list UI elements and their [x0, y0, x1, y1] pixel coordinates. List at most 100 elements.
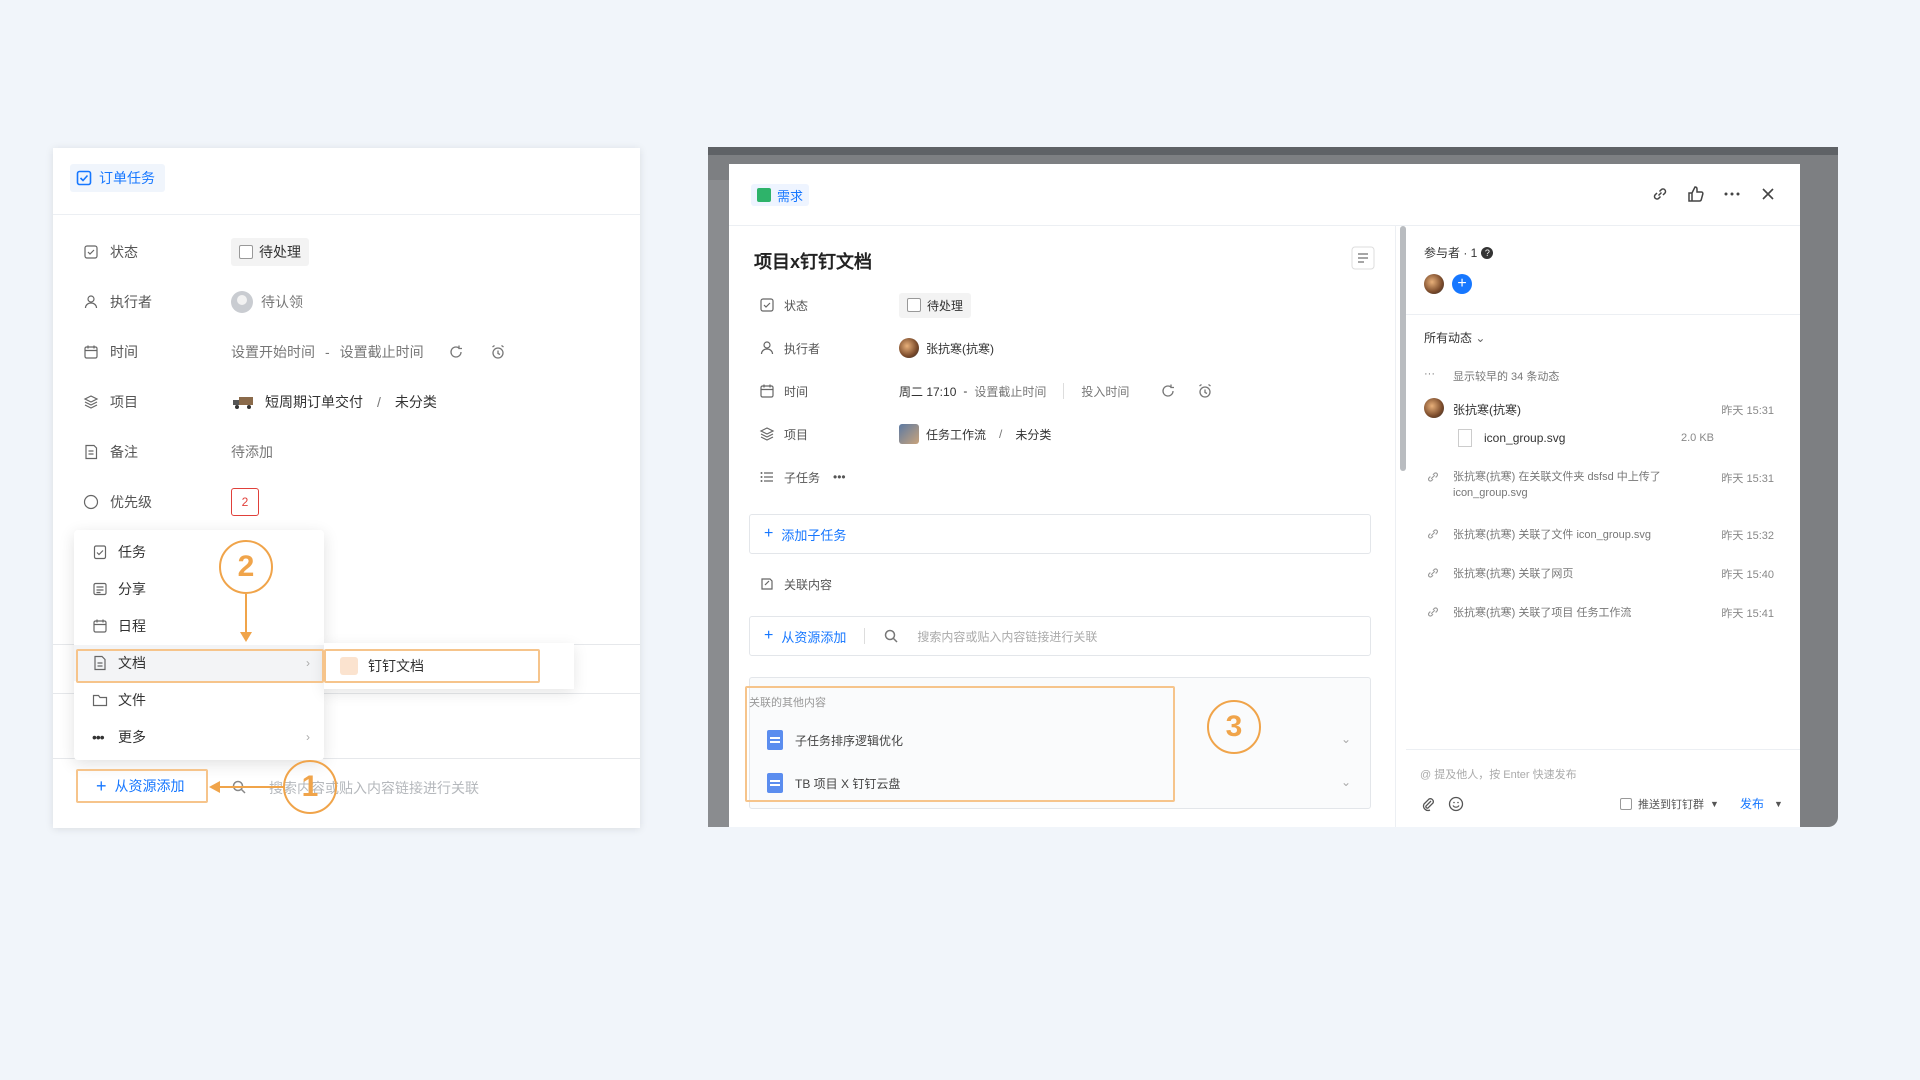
attachment-size: 2.0 KB: [1680, 432, 1714, 444]
alarm-icon[interactable]: [1197, 383, 1213, 399]
project-row: 项目 任务工作流 / 未分类: [759, 419, 1051, 449]
status-value[interactable]: 待处理: [899, 292, 972, 318]
assignee-label: 执行者: [784, 341, 821, 356]
activity-text: 张抗寒(抗寒) 关联了项目 任务工作流: [1453, 607, 1632, 619]
emoji-icon[interactable]: [1448, 796, 1464, 812]
push-checkbox[interactable]: [1620, 798, 1632, 810]
assignee-row: 执行者 张抗寒(抗寒): [759, 333, 994, 363]
assignee-value[interactable]: 张抗寒(抗寒): [899, 338, 994, 358]
menu-item-share[interactable]: 分享: [74, 571, 324, 607]
priority-label: 优先级: [110, 494, 152, 510]
task-title[interactable]: 项目x钉钉文档: [754, 248, 872, 274]
add-participant-button[interactable]: +: [1452, 274, 1472, 294]
arrow-down: [240, 594, 252, 642]
avatar: [231, 291, 253, 313]
status-checkbox[interactable]: [907, 298, 921, 312]
show-earlier-button[interactable]: ··· 显示较早的 34 条动态: [1424, 368, 1559, 384]
assignee-text: 张抗寒(抗寒): [926, 341, 994, 356]
end-time[interactable]: 设置截止时间: [974, 383, 1046, 400]
search-input[interactable]: 搜索内容或贴入内容链接进行关联: [917, 628, 1097, 645]
note-value[interactable]: 待添加: [231, 442, 273, 462]
user-icon: [760, 341, 774, 355]
divider: [1395, 226, 1396, 827]
type-tag[interactable]: 需求: [751, 184, 810, 206]
thumbs-up-icon[interactable]: [1686, 184, 1706, 204]
divider: [53, 214, 640, 215]
invest-time[interactable]: 投入时间: [1081, 383, 1129, 400]
attachment-icon[interactable]: [1420, 796, 1436, 812]
time-dash: -: [325, 344, 330, 360]
repeat-icon[interactable]: [1160, 383, 1176, 399]
comment-area: @ 提及他人，按 Enter 快速发布 推送到钉钉群 ▼ 发布 ▼: [1406, 749, 1800, 827]
status-checkbox[interactable]: [239, 245, 253, 259]
comment-input[interactable]: @ 提及他人，按 Enter 快速发布: [1420, 766, 1577, 782]
task-type-tab[interactable]: 订单任务: [70, 164, 165, 192]
assignee-text: 待认领: [261, 294, 303, 310]
layers-icon: [759, 427, 775, 441]
time-label: 时间: [110, 344, 138, 360]
priority-row: 优先级 2: [83, 487, 620, 517]
menu-item-more[interactable]: ••• 更多 ›: [74, 719, 324, 755]
requirement-icon: [757, 188, 771, 202]
publish-button[interactable]: 发布 ▼: [1740, 795, 1783, 812]
link-icon: [1428, 529, 1438, 539]
subtask-more-button[interactable]: •••: [833, 470, 846, 484]
type-tag-label: 需求: [777, 188, 804, 204]
outline-icon[interactable]: [1351, 246, 1375, 270]
activity-sidebar: 参与者 · 1? + 所有动态 ⌄ ··· 显示较早的 34 条动态 张抗寒(抗寒…: [1406, 226, 1800, 827]
time-row: 时间 周二 17:10 - 设置截止时间 投入时间: [759, 376, 1213, 406]
project-slash: /: [999, 427, 1003, 441]
status-icon: [760, 298, 774, 312]
end-time[interactable]: 设置截止时间: [340, 342, 424, 362]
participant-avatar[interactable]: [1424, 274, 1444, 294]
task-type-label: 订单任务: [99, 170, 155, 186]
status-text: 待处理: [259, 244, 301, 260]
chevron-down-icon[interactable]: ⌄: [1341, 732, 1351, 746]
participants-text: 参与者 · 1: [1424, 246, 1478, 260]
push-to-group-toggle[interactable]: 推送到钉钉群 ▼: [1620, 796, 1719, 812]
menu-item-file[interactable]: 文件: [74, 682, 324, 718]
step-badge-3: 3: [1207, 700, 1261, 754]
project-label: 项目: [110, 394, 138, 410]
task-icon: [93, 545, 107, 560]
alarm-icon[interactable]: [490, 344, 506, 360]
user-icon: [84, 295, 98, 309]
circle-icon: [83, 494, 99, 510]
modal-header: 需求: [729, 164, 1800, 226]
repeat-icon[interactable]: [448, 344, 464, 360]
menu-item-schedule[interactable]: 日程: [74, 608, 324, 644]
avatar: [899, 338, 919, 358]
activity-text-line: icon_group.svg: [1453, 487, 1528, 499]
priority-value[interactable]: 2: [231, 488, 259, 516]
close-icon[interactable]: [1758, 184, 1778, 204]
attachment-item[interactable]: icon_group.svg 2.0 KB: [1458, 424, 1714, 452]
participants-label: 参与者 · 1?: [1424, 244, 1494, 261]
link-icon[interactable]: [1650, 184, 1670, 204]
activity-filter[interactable]: 所有动态 ⌄: [1424, 329, 1485, 346]
activity-time: 昨天 15:31: [1721, 473, 1774, 485]
menu-item-task[interactable]: 任务: [74, 534, 324, 570]
status-label: 状态: [784, 298, 809, 313]
start-time[interactable]: 周二 17:10: [899, 383, 956, 400]
link-icon: [1428, 472, 1438, 482]
chevron-down-icon[interactable]: ⌄: [1341, 775, 1351, 789]
more-icon[interactable]: [1722, 184, 1742, 204]
project-value[interactable]: 任务工作流 / 未分类: [899, 424, 1051, 444]
calendar-icon: [760, 384, 774, 398]
share-icon: [93, 582, 107, 596]
help-icon[interactable]: ?: [1481, 246, 1494, 259]
status-value[interactable]: 待处理: [231, 238, 309, 266]
assignee-value[interactable]: 待认领: [231, 291, 303, 313]
add-subtask-button[interactable]: + 添加子任务: [749, 514, 1371, 554]
add-from-resource-button[interactable]: 从资源添加: [781, 627, 846, 646]
publish-label: 发布: [1740, 797, 1765, 811]
assignee-row: 执行者 待认领: [83, 287, 620, 317]
plus-icon: +: [764, 627, 774, 644]
project-slash: /: [377, 394, 381, 410]
highlight-dingtalk-doc: [324, 649, 540, 683]
subtask-label: 子任务: [784, 470, 821, 485]
plus-icon: +: [764, 525, 774, 542]
project-name: 短周期订单交付: [265, 394, 363, 410]
project-value[interactable]: 短周期订单交付 / 未分类: [231, 392, 437, 412]
start-time[interactable]: 设置开始时间: [231, 342, 315, 362]
